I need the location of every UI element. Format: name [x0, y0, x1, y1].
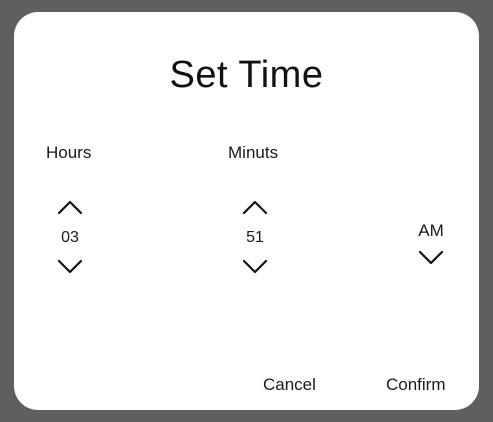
chevron-up-icon: [242, 200, 268, 215]
chevron-up-icon: [57, 200, 83, 215]
hours-label: Hours: [46, 143, 92, 162]
hours-increment-button[interactable]: [56, 198, 84, 216]
period-toggle-button[interactable]: [417, 249, 445, 267]
period-value[interactable]: AM: [406, 222, 456, 239]
confirm-button[interactable]: Confirm: [386, 376, 446, 393]
minutes-label: Minuts: [228, 143, 279, 162]
chevron-down-icon: [418, 250, 444, 265]
chevron-down-icon: [57, 259, 83, 274]
chevron-down-icon: [242, 259, 268, 274]
minutes-decrement-button[interactable]: [241, 258, 269, 276]
minutes-increment-button[interactable]: [241, 198, 269, 216]
dialog-title: Set Time: [169, 54, 324, 96]
hours-value: 03: [61, 229, 79, 246]
minutes-value: 51: [246, 229, 264, 246]
hours-decrement-button[interactable]: [56, 258, 84, 276]
set-time-dialog: Set Time Hours Minuts 03 51 AM Cancel Co…: [14, 12, 479, 410]
cancel-button[interactable]: Cancel: [263, 376, 316, 393]
